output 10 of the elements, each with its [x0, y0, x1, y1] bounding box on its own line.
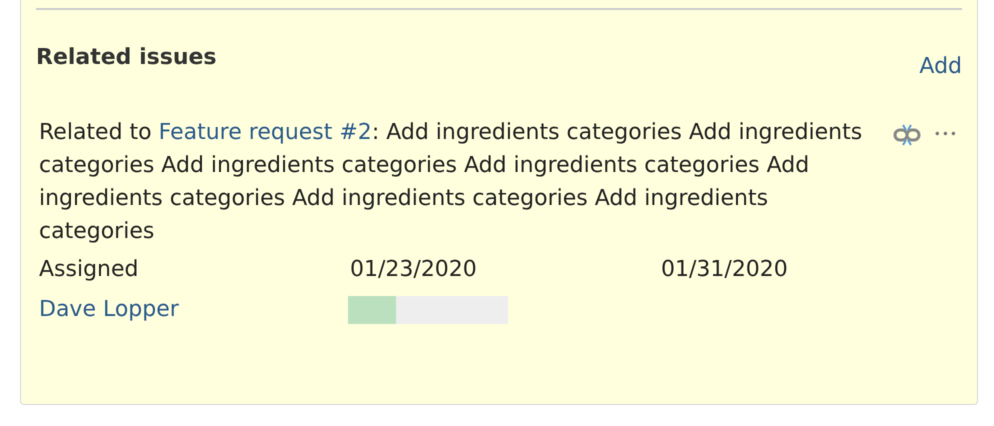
issue-link[interactable]: Feature request #2 [158, 120, 372, 145]
due-date: 01/31/2020 [661, 256, 788, 284]
unlink-icon[interactable] [892, 124, 922, 146]
more-actions-button[interactable]: ••• [934, 124, 958, 144]
section-title: Related issues [36, 44, 217, 72]
add-link[interactable]: Add [919, 52, 962, 82]
issue-status: Assigned [39, 256, 140, 284]
start-date: 01/23/2020 [350, 256, 478, 284]
assignee-link[interactable]: Dave Lopper [39, 290, 348, 330]
issue-description: Related to Feature request #2: Add ingredients categories Add ingredients categories Add ingredients categories Add ingredients categories Add ingredients categories Add ingredients categories Add ingredients categories [39, 119, 864, 246]
